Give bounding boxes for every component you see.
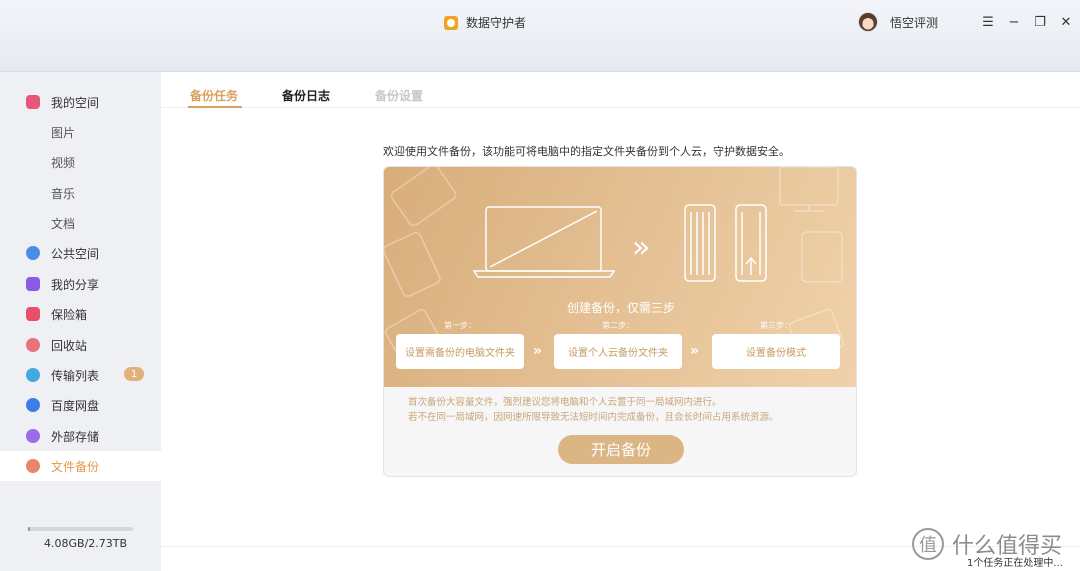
sidebar-item-my-space[interactable]: 我的空间 [0,87,161,117]
intro-text: 欢迎使用文件备份，该功能可将电脑中的指定文件夹备份到个人云，守护数据安全。 [383,145,790,158]
step-arrow-icon: » [533,343,543,359]
note-line: 首次备份大容量文件，强烈建议您将电脑和个人云置于同一局域网内进行。 [408,397,722,408]
sidebar-item-music[interactable]: 音乐 [0,178,161,208]
storage-usage-bar [28,527,133,531]
sidebar-item-public-space[interactable]: 公共空间 [0,238,161,268]
public-space-icon [26,246,40,260]
sidebar-item-safe-box[interactable]: 保险箱 [0,299,161,329]
sidebar-item-label: 传输列表 [51,369,100,383]
watermark-logo-icon: 值 [912,528,944,560]
external-storage-icon [26,429,40,443]
baidu-netdisk-icon [26,398,40,412]
my-share-icon [26,277,40,291]
sidebar-item-label: 外部存储 [51,430,100,444]
sidebar-item-file-backup[interactable]: 文件备份 [0,451,161,481]
step-1-label: 第一步： [444,321,476,330]
storage-usage-text: 4.08GB/2.73TB [44,537,128,550]
sidebar-item-pictures[interactable]: 图片 [0,117,161,147]
step-2-label: 第二步： [602,321,634,330]
storage-usage-fill [28,527,31,531]
menu-icon[interactable]: ☰ [980,12,996,32]
sidebar-item-label: 公共空间 [51,247,100,261]
sidebar-item-label: 回收站 [51,339,88,353]
sidebar-item-label: 文档 [51,217,76,231]
step-1-button[interactable]: 设置需备份的电脑文件夹 [396,334,524,369]
sidebar-item-label: 我的空间 [51,96,100,110]
sidebar-item-label: 文件备份 [51,460,100,474]
sidebar-item-transfer-list[interactable]: 传输列表 1 [0,360,161,390]
step-arrow-icon: » [690,343,700,359]
sidebar-item-baidu-netdisk[interactable]: 百度网盘 [0,390,161,420]
tab-backup-settings[interactable]: 备份设置 [375,87,423,104]
window-controls: ☰ − ❐ ✕ [980,12,1074,32]
step-3-label: 第三步： [760,321,792,330]
sidebar-item-label: 音乐 [51,187,76,201]
transfer-list-icon [26,368,40,382]
sidebar-item-videos[interactable]: 视频 [0,147,161,177]
backup-card: » 创建备份，仅需三步 第一步： 设置需备份的电脑文件夹 » 第二步： 设置个人… [383,166,857,477]
user-name[interactable]: 悟空评测 [890,14,938,31]
sidebar-item-label: 视频 [51,156,76,170]
title-bar: 数据守护者 悟空评测 ☰ − ❐ ✕ [0,0,1080,72]
minimize-icon[interactable]: − [1006,12,1022,32]
app-logo-icon [444,15,458,30]
hero-title: 创建备份，仅需三步 [566,301,675,315]
sidebar-item-label: 保险箱 [51,308,88,322]
sidebar-item-my-share[interactable]: 我的分享 [0,269,161,299]
recycle-bin-icon [26,338,40,352]
app-title-text: 数据守护者 [466,16,527,30]
tab-bar: 备份任务 备份日志 备份设置 [161,72,1080,108]
note-line: 若不在同一局域网，因网速所限导致无法短时间内完成备份，且会长时间占用系统资源。 [408,412,779,423]
safe-box-icon [26,307,40,321]
transfer-count-badge: 1 [124,367,144,381]
start-backup-button[interactable]: 开启备份 [558,435,684,464]
file-backup-icon [26,459,40,473]
sidebar-item-label: 百度网盘 [51,399,100,413]
hero-banner: » 创建备份，仅需三步 第一步： 设置需备份的电脑文件夹 » 第二步： 设置个人… [384,167,856,387]
sidebar: 我的空间 图片 视频 音乐 文档 公共空间 我的分享 保险箱 回收站 传输列表 … [0,72,161,571]
my-space-icon [26,95,40,109]
tab-backup-tasks[interactable]: 备份任务 [187,87,243,108]
sidebar-item-label: 我的分享 [51,278,100,292]
user-profile[interactable]: 悟空评测 [858,12,938,32]
backup-notes: 首次备份大容量文件，强烈建议您将电脑和个人云置于同一局域网内进行。 若不在同一局… [408,395,779,425]
avatar[interactable] [858,12,878,32]
tab-backup-log[interactable]: 备份日志 [282,87,330,104]
close-icon[interactable]: ✕ [1058,12,1074,32]
app-title: 数据守护者 [444,14,526,31]
sidebar-item-label: 图片 [51,126,76,140]
illustration-arrow-icon: » [632,230,650,265]
watermark: 值 什么值得买 [912,528,1062,560]
watermark-text: 什么值得买 [952,534,1063,559]
step-3-button[interactable]: 设置备份模式 [712,334,840,369]
main-content: 备份任务 备份日志 备份设置 欢迎使用文件备份，该功能可将电脑中的指定文件夹备份… [161,72,1080,571]
step-2-button[interactable]: 设置个人云备份文件夹 [554,334,682,369]
sidebar-item-recycle-bin[interactable]: 回收站 [0,330,161,360]
restore-icon[interactable]: ❐ [1032,12,1048,32]
sidebar-item-documents[interactable]: 文档 [0,208,161,238]
sidebar-item-external-storage[interactable]: 外部存储 [0,421,161,451]
